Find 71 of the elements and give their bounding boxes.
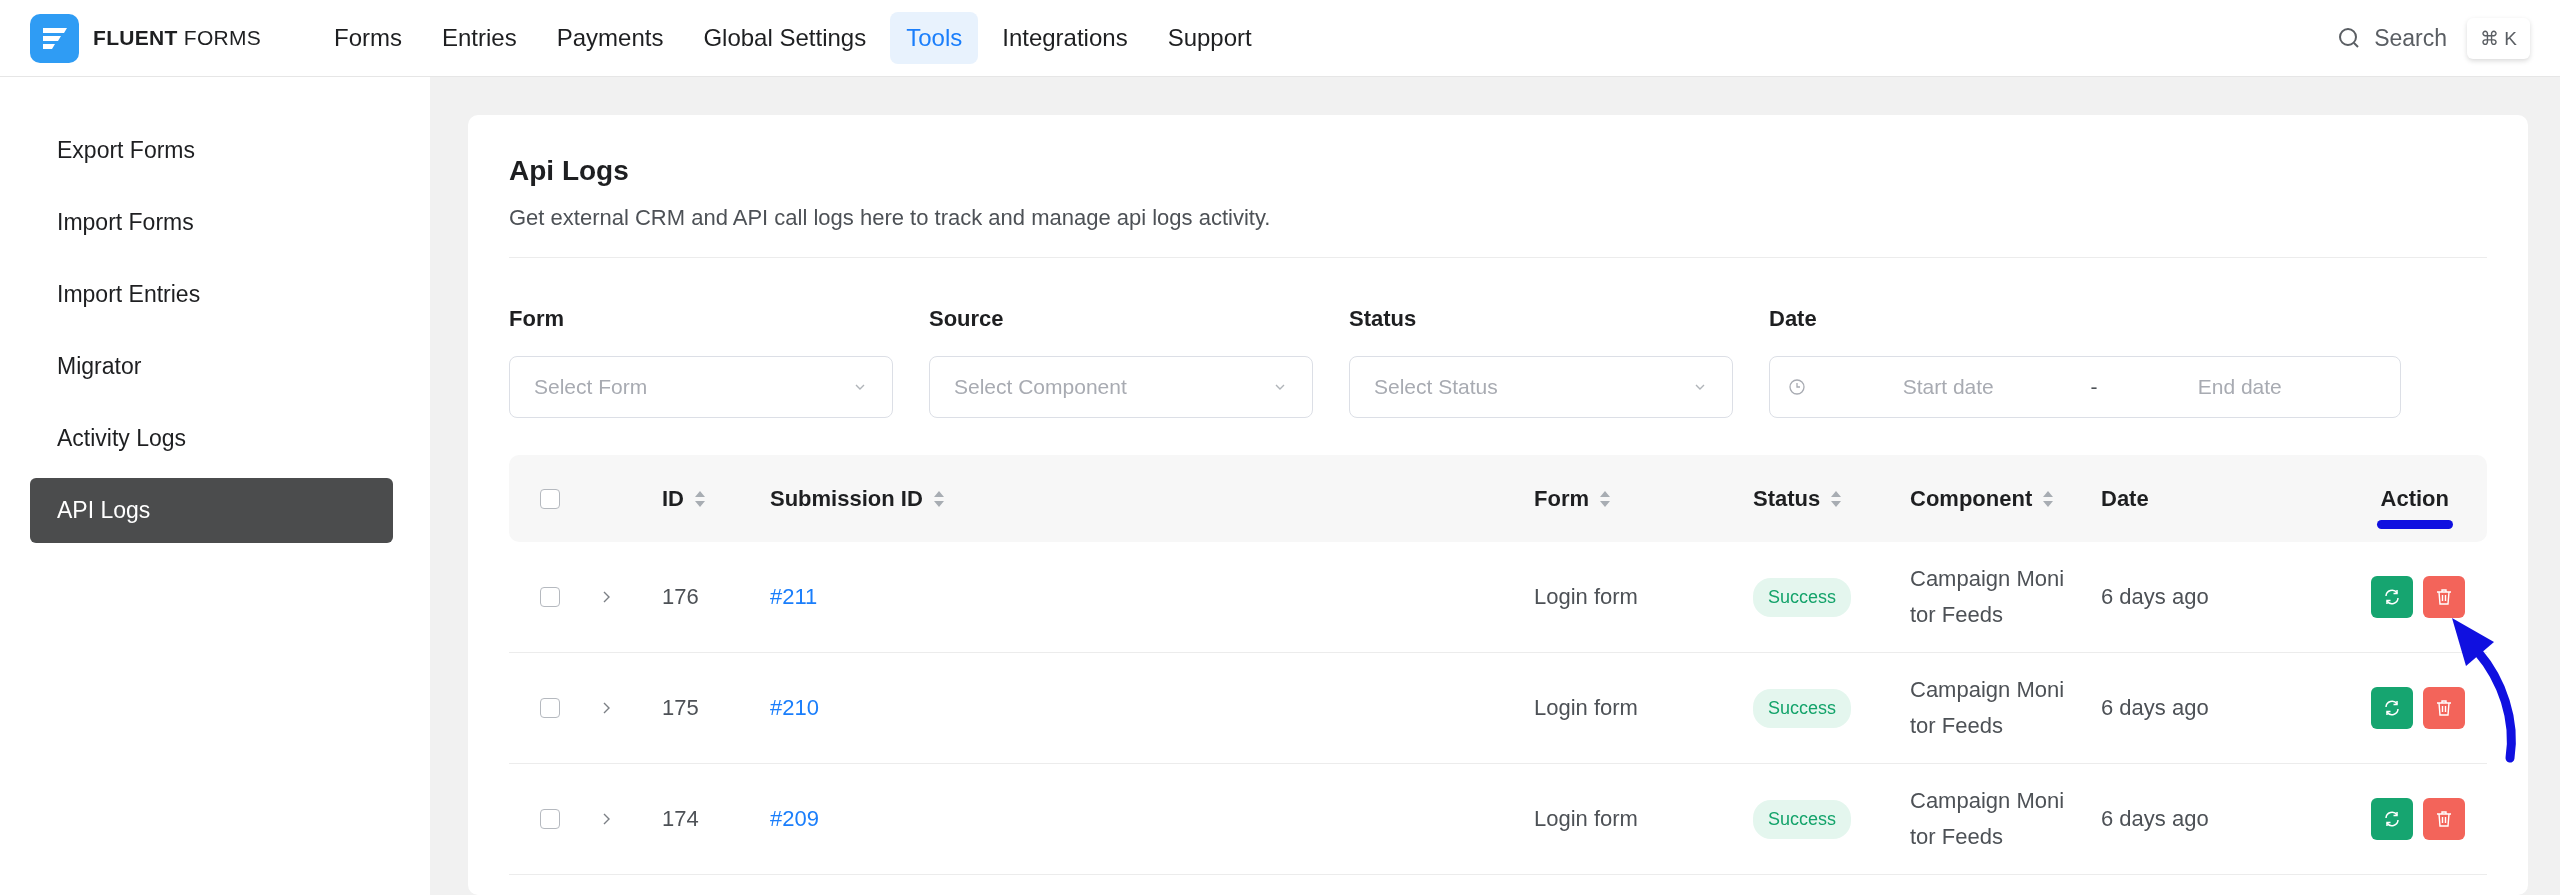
logo-icon <box>30 13 79 63</box>
row-checkbox[interactable] <box>540 587 560 607</box>
column-header: Status <box>1753 485 1821 512</box>
brand-name: FLUENT FORMS <box>93 26 262 50</box>
column-header: Component <box>1910 485 2033 512</box>
trash-icon <box>2436 810 2452 828</box>
sort-icon[interactable] <box>1599 489 1611 508</box>
column-header: Action <box>2380 485 2449 512</box>
clock-icon <box>1788 378 1806 396</box>
table-cell: 6 days ago <box>2101 695 2209 720</box>
filter-label: Form <box>509 306 565 332</box>
table-cell: 6 days ago <box>2101 584 2209 609</box>
table-cell: Login form <box>1534 584 1638 609</box>
column-header: Submission ID <box>770 485 923 512</box>
nav-tab[interactable]: Payments <box>540 12 680 64</box>
row-checkbox[interactable] <box>540 698 560 718</box>
sidebar-item[interactable]: Import Entries <box>30 262 393 327</box>
sidebar-item[interactable]: Export Forms <box>30 118 393 183</box>
sidebar-item[interactable]: Migrator <box>30 334 393 399</box>
search-icon[interactable] <box>2338 27 2361 49</box>
status-badge: Success <box>1753 577 1852 617</box>
sidebar-item[interactable]: Import Forms <box>30 190 393 255</box>
nav-tab[interactable]: Forms <box>318 12 418 64</box>
date-range-field[interactable]: Start date - End date <box>1769 356 2401 418</box>
sort-icon[interactable] <box>2042 489 2055 508</box>
nav-tab[interactable]: Integrations <box>986 12 1144 64</box>
column-header: ID <box>662 485 684 512</box>
table-cell: 175 <box>662 695 699 720</box>
table-cell-text: Campaign Monitor Feeds <box>1910 675 2066 740</box>
table-cell: Login form <box>1534 695 1638 720</box>
search-label[interactable]: Search <box>2374 24 2448 52</box>
column-header: Form <box>1534 485 1589 512</box>
sidebar-item[interactable]: API Logs <box>30 478 393 543</box>
nav-tab[interactable]: Entries <box>426 12 533 64</box>
select-all-checkbox[interactable] <box>540 488 560 509</box>
filter-label: Status <box>1349 306 1418 332</box>
sort-icon[interactable] <box>932 489 945 508</box>
refresh-icon <box>2383 588 2401 606</box>
table-cell-text: Campaign Monitor Feeds <box>1910 786 2066 851</box>
refresh-icon <box>2383 810 2401 828</box>
table-cell-text: Campaign Monitor Feeds <box>1910 564 2066 629</box>
trash-icon <box>2436 699 2452 717</box>
table-cell: Login form <box>1534 806 1638 831</box>
table-cell: 176 <box>662 584 699 609</box>
delete-button[interactable] <box>2423 687 2465 729</box>
panel-description: Get external CRM and API call logs here to track and manage api logs activity. <box>509 205 2487 258</box>
sort-icon[interactable] <box>694 489 706 508</box>
delete-button[interactable] <box>2423 576 2465 618</box>
panel-title: Api Logs <box>509 155 630 187</box>
submission-link[interactable]: #210 <box>770 695 819 720</box>
shortcut-key: ⌘ K <box>2467 17 2530 59</box>
nav-tab[interactable]: Support <box>1151 12 1268 64</box>
resend-button[interactable] <box>2371 798 2413 840</box>
column-header: Date <box>2101 485 2149 512</box>
submission-link[interactable]: #211 <box>770 584 818 609</box>
sort-icon[interactable] <box>1830 489 1843 508</box>
filter-label: Source <box>929 306 1005 332</box>
status-badge: Success <box>1753 688 1852 728</box>
submission-link[interactable]: #209 <box>770 806 819 831</box>
sidebar-item[interactable]: Activity Logs <box>30 406 393 471</box>
row-checkbox[interactable] <box>540 809 560 829</box>
status-badge: Success <box>1753 799 1852 839</box>
resend-button[interactable] <box>2371 687 2413 729</box>
resend-button[interactable] <box>2371 576 2413 618</box>
trash-icon <box>2436 588 2452 606</box>
table-cell: 174 <box>662 806 699 831</box>
filter-label: Date <box>1769 306 1818 332</box>
refresh-icon <box>2383 699 2401 717</box>
delete-button[interactable] <box>2423 798 2465 840</box>
nav-tab[interactable]: Global Settings <box>687 12 883 64</box>
table-cell: 6 days ago <box>2101 806 2209 831</box>
